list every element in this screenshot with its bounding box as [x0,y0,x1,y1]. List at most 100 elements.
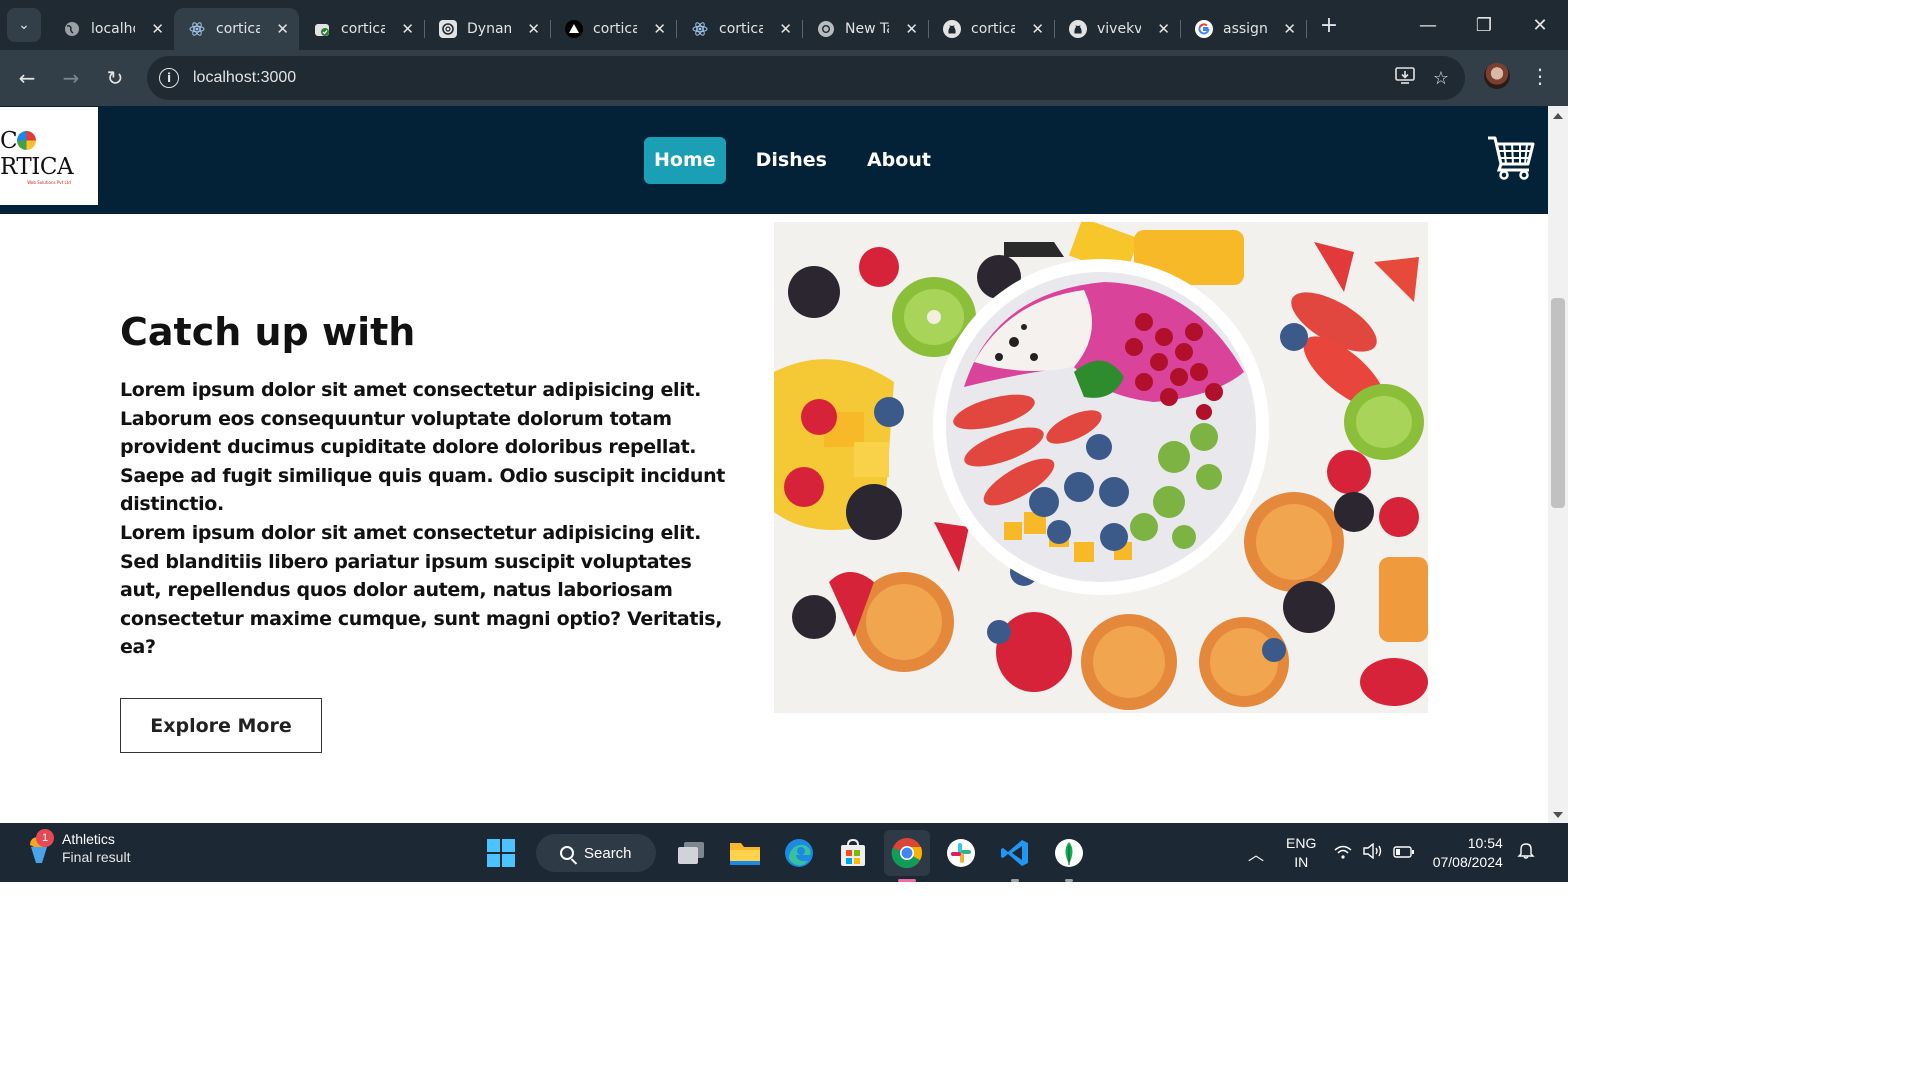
browser-tab[interactable]: assignment ✕ [1181,8,1306,50]
browser-tab[interactable]: cortica ✕ [299,8,424,50]
main-nav: Home Dishes About [644,137,941,184]
scrollbar-thumb[interactable] [1551,298,1565,508]
close-icon[interactable]: ✕ [1283,20,1296,38]
new-tab-button[interactable]: + [1315,11,1343,39]
restore-button[interactable]: ❐ [1456,0,1512,50]
hero-title: Catch up with [120,310,416,354]
close-icon[interactable]: ✕ [905,20,918,38]
scroll-up-arrow-icon[interactable] [1553,113,1563,119]
globe-icon [63,20,81,38]
slack-icon [947,839,975,867]
nav-about[interactable]: About [857,137,941,184]
file-explorer-button[interactable] [722,830,768,876]
forward-button[interactable]: → [52,59,90,97]
address-bar[interactable]: i localhost:3000 ☆ [147,56,1465,100]
close-icon[interactable]: ✕ [1157,20,1170,38]
bookmark-star-icon[interactable]: ☆ [1433,68,1449,89]
task-view-button[interactable] [668,830,714,876]
page-scrollbar[interactable] [1548,106,1568,823]
react-icon [188,20,206,38]
nav-home[interactable]: Home [644,137,726,184]
close-icon[interactable]: ✕ [276,20,289,38]
edge-icon [785,839,813,867]
browser-toolbar: ← → ↻ i localhost:3000 ☆ ⋮ [0,50,1568,106]
profile-avatar[interactable] [1484,63,1510,89]
omnibox-actions: ☆ [1395,56,1449,100]
scroll-down-arrow-icon[interactable] [1553,812,1563,818]
logo-subtext: Web Solutions Pvt Ltd [27,179,71,185]
window-controls: — ❐ ✕ [1400,0,1568,50]
language-indicator[interactable]: ENG IN [1286,834,1316,872]
start-button[interactable] [478,830,524,876]
chevron-up-icon[interactable]: ︿ [1248,841,1264,865]
site-logo[interactable]: CRTICA Web Solutions Pvt Ltd [0,107,98,205]
taskbar-apps: Search [478,830,1100,882]
nav-dishes[interactable]: Dishes [746,137,837,184]
shopping-cart-icon [1488,136,1535,180]
close-icon[interactable]: ✕ [653,20,666,38]
explore-more-button[interactable]: Explore More [120,698,322,753]
weather-widget[interactable]: 1 Athletics Final result [26,829,130,865]
browser-tab-active[interactable]: cortica ✕ [174,8,299,50]
edge-button[interactable] [776,830,822,876]
site-header: CRTICA Web Solutions Pvt Ltd Home Dishes… [0,106,1548,214]
restore-icon: ❐ [1475,14,1493,36]
cloud-check-icon [313,20,331,38]
browser-tab[interactable]: localhost ✕ [49,8,174,50]
mongodb-compass-button[interactable] [1046,830,1092,882]
close-icon[interactable]: ✕ [151,20,164,38]
running-indicator [1065,879,1073,882]
browser-tab[interactable]: cortica ✕ [929,8,1054,50]
arrow-left-icon: ← [18,66,36,90]
browser-tab[interactable]: cortica ✕ [551,8,676,50]
vscode-icon [1001,840,1028,866]
search-icon [560,846,574,860]
windows-icon [487,839,515,867]
running-indicator [1011,879,1019,882]
minimize-icon: — [1419,14,1437,36]
browser-tab-bar: ⌄ localhost ✕ cortica ✕ cortica ✕ [0,0,1568,50]
store-button[interactable] [830,830,876,876]
mongodb-leaf-icon [1055,839,1083,867]
site-info-icon[interactable]: i [159,68,179,88]
battery-icon [1393,845,1414,858]
clock[interactable]: 10:54 07/08/2024 [1433,834,1503,872]
close-icon[interactable]: ✕ [527,20,540,38]
slack-button[interactable] [938,830,984,876]
cart-button[interactable] [1486,132,1536,180]
browser-tab[interactable]: New Tab ✕ [803,8,928,50]
hero-food-image [774,222,1428,713]
close-icon[interactable]: ✕ [1031,20,1044,38]
vscode-button[interactable] [992,830,1038,882]
wifi-icon [1334,845,1352,859]
taskbar-search[interactable]: Search [536,834,656,872]
tab-search-button[interactable]: ⌄ [7,8,41,42]
back-button[interactable]: ← [8,59,46,97]
url-text[interactable]: localhost:3000 [193,69,296,87]
close-icon[interactable]: ✕ [401,20,414,38]
browser-tab[interactable]: vivekv ✕ [1055,8,1180,50]
logo-color-wheel-icon [17,130,37,150]
close-window-button[interactable]: ✕ [1512,0,1568,50]
menu-kebab-icon[interactable]: ⋮ [1530,64,1550,88]
plus-icon: + [1319,12,1339,38]
sports-widget-icon: 1 [26,829,54,865]
minimize-button[interactable]: — [1400,0,1456,50]
hero-description: Lorem ipsum dolor sit amet consectetur a… [120,376,730,662]
notification-bell-icon[interactable] [1517,841,1535,864]
notification-badge: 1 [36,829,54,847]
reload-button[interactable]: ↻ [96,59,134,97]
page-viewport: CRTICA Web Solutions Pvt Ltd Home Dishes… [0,106,1548,823]
chrome-button[interactable] [884,830,930,882]
react-icon [691,20,709,38]
quick-settings[interactable] [1334,842,1414,863]
windows-taskbar: 1 Athletics Final result Search ︿ ENG IN… [0,823,1568,882]
close-icon[interactable]: ✕ [779,20,792,38]
browser-tab[interactable]: Dynamic ✕ [425,8,550,50]
chrome-icon [891,838,923,869]
chevron-down-icon: ⌄ [18,17,30,33]
browser-tab[interactable]: cortica ✕ [677,8,802,50]
hero-paragraph-1: Lorem ipsum dolor sit amet consectetur a… [120,379,725,516]
hero-paragraph-2: Lorem ipsum dolor sit amet consectetur a… [120,521,723,659]
install-app-icon[interactable] [1395,66,1415,90]
